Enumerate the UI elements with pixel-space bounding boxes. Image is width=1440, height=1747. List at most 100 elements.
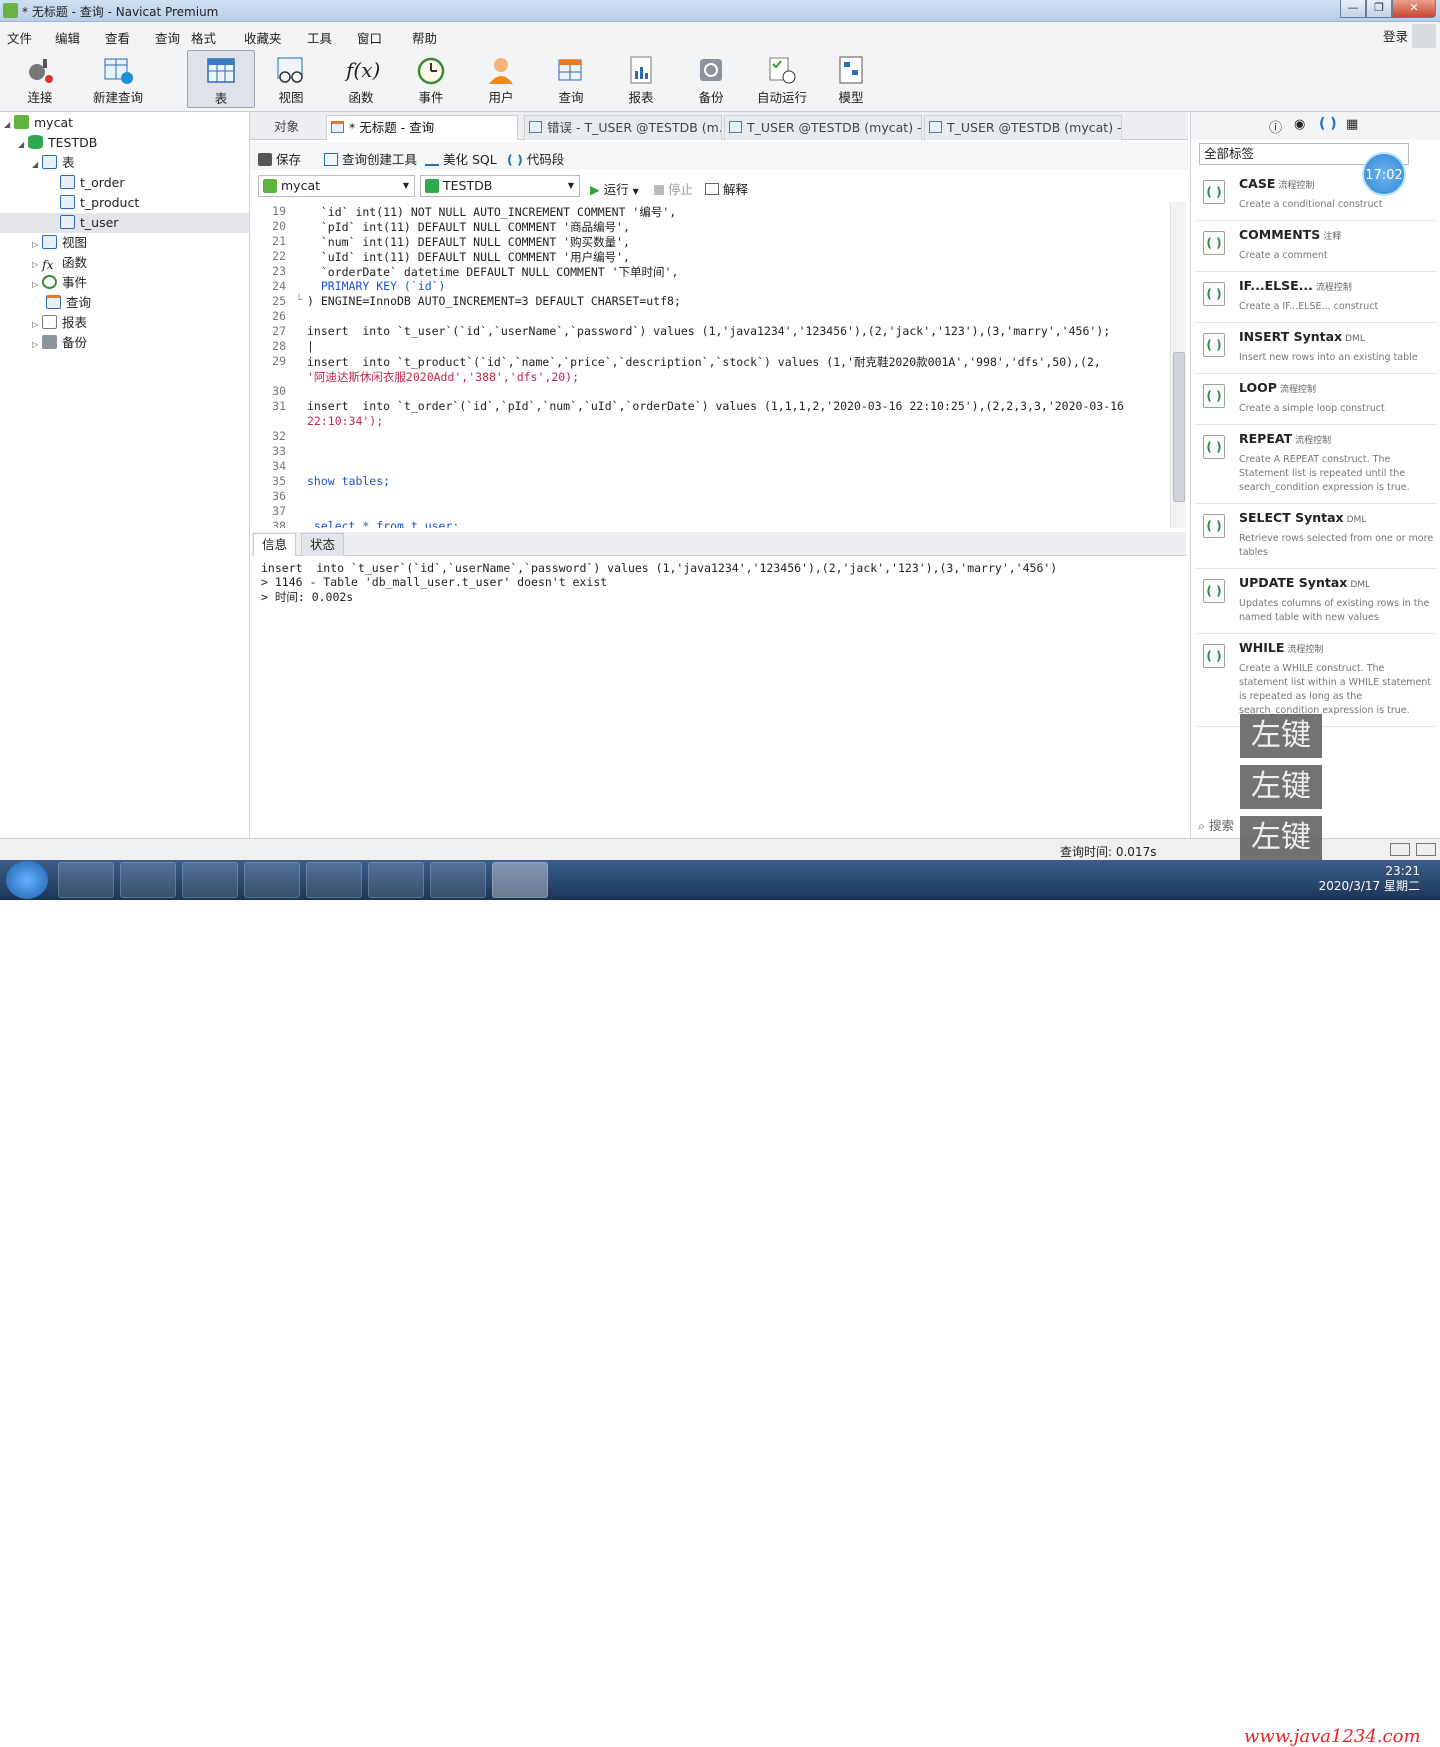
tree-tables-group[interactable]: ◢ 表 <box>32 153 75 173</box>
floating-clock-widget[interactable]: 17:02 <box>1362 152 1406 196</box>
expand-arrow-icon[interactable]: ▷ <box>32 255 42 275</box>
run-button[interactable]: ▶ 运行 ▼ <box>590 179 639 198</box>
menu-view[interactable]: 查看 <box>105 28 130 47</box>
main-toolbar: 连接 新建查询 表 视图 f(x) 函数 事件 用户 查询 报表 备份 自动运行 <box>0 48 1440 112</box>
backup-button[interactable]: 备份 <box>677 50 745 108</box>
maximize-button[interactable]: ❐ <box>1366 0 1392 18</box>
table-button[interactable]: 表 <box>187 50 255 108</box>
scrollbar-thumb[interactable] <box>1173 352 1185 502</box>
taskbar-app-icon[interactable] <box>182 862 238 898</box>
explain-button[interactable]: 解释 <box>705 179 748 198</box>
event-button[interactable]: 事件 <box>397 50 465 108</box>
tab-info[interactable]: 信息 <box>253 533 297 556</box>
tree-views[interactable]: ▷ 视图 <box>32 233 87 253</box>
menu-query[interactable]: 查询 <box>155 28 180 47</box>
query-button[interactable]: 查询 <box>537 50 605 108</box>
grid-icon[interactable]: ▦ <box>1346 117 1358 132</box>
stop-button[interactable]: 停止 <box>654 179 693 198</box>
snippet-search-input[interactable]: ⌕ 搜索 <box>1198 815 1234 834</box>
event-label: 事件 <box>418 90 444 105</box>
taskbar-app-icon[interactable] <box>368 862 424 898</box>
new-query-button[interactable]: 新建查询 <box>82 50 154 108</box>
tree-reports[interactable]: ▷ 报表 <box>32 313 87 333</box>
expand-arrow-icon[interactable]: ▷ <box>32 335 42 355</box>
minimize-button[interactable]: — <box>1340 0 1366 18</box>
snippet-item[interactable]: ( ) IF...ELSE... 流程控制 Create a IF...ELSE...… <box>1195 272 1437 323</box>
snippet-item[interactable]: ( ) UPDATE Syntax DML Updates columns of ex… <box>1195 569 1437 634</box>
schedule-button[interactable]: 自动运行 <box>747 50 817 108</box>
model-button[interactable]: 模型 <box>817 50 885 108</box>
snippet-item[interactable]: ( ) SELECT Syntax DML Retrieve rows selecte… <box>1195 504 1437 569</box>
panel-toggle-icon[interactable] <box>1416 843 1436 856</box>
tab-t_user-1[interactable]: T_USER @TESTDB (mycat) - ... <box>724 115 922 140</box>
layout-toggle-icon[interactable] <box>1390 843 1410 856</box>
tree-table-t_order[interactable]: t_order <box>60 173 124 193</box>
menu-format[interactable]: 格式 <box>191 28 216 47</box>
system-tray[interactable]: 23:21 2020/3/17 星期二 <box>1319 864 1420 894</box>
info-icon[interactable]: ⓘ <box>1269 117 1282 136</box>
snippet-item[interactable]: ( ) INSERT Syntax DML Insert new rows into … <box>1195 323 1437 374</box>
close-button[interactable]: ✕ <box>1392 0 1436 18</box>
snippet-item[interactable]: ( ) LOOP 流程控制 Create a simple loop construc… <box>1195 374 1437 425</box>
snippet-item[interactable]: ( ) COMMENTS 注释 Create a comment <box>1195 221 1437 272</box>
expand-arrow-icon[interactable]: ▷ <box>32 275 42 295</box>
collapse-arrow-icon[interactable]: ◢ <box>4 115 14 135</box>
tab-error-t_user[interactable]: 错误 - T_USER @TESTDB (m... <box>524 115 722 140</box>
tree-events[interactable]: ▷ 事件 <box>32 273 87 293</box>
sql-editor[interactable]: 19 20 21 22 23 24 25 26 27 28 29 30 31 3… <box>252 202 1170 528</box>
taskbar-app-icon[interactable] <box>430 862 486 898</box>
tree-table-label: t_product <box>80 195 140 210</box>
database-select[interactable]: TESTDB ▼ <box>420 175 580 197</box>
menu-tools[interactable]: 工具 <box>307 28 332 47</box>
menu-file[interactable]: 文件 <box>7 28 32 47</box>
beautify-icon <box>425 153 439 166</box>
fold-marker-icon[interactable]: └ <box>296 295 302 306</box>
collapse-arrow-icon[interactable]: ◢ <box>32 155 42 175</box>
windows-start-icon[interactable] <box>6 861 48 899</box>
collapse-arrow-icon[interactable]: ◢ <box>18 135 28 155</box>
tree-table-t_user[interactable]: t_user <box>0 213 249 233</box>
query-builder-button[interactable]: 查询创建工具 <box>324 149 417 168</box>
tree-functions[interactable]: ▷ fx 函数 <box>32 253 87 273</box>
menu-window[interactable]: 窗口 <box>357 28 382 47</box>
connection-select[interactable]: mycat ▼ <box>258 175 415 197</box>
taskbar-folder-icon[interactable] <box>306 862 362 898</box>
connect-button[interactable]: 连接 <box>6 50 74 108</box>
report-button[interactable]: 报表 <box>607 50 675 108</box>
menu-edit[interactable]: 编辑 <box>55 28 80 47</box>
user-avatar-icon[interactable] <box>1412 24 1436 48</box>
tab-t_user-2[interactable]: T_USER @TESTDB (mycat) - ... <box>924 115 1122 140</box>
tab-status[interactable]: 状态 <box>301 533 345 556</box>
brace-icon[interactable]: ( ) <box>1319 116 1337 132</box>
tree-database-label: TESTDB <box>48 135 98 150</box>
tree-backups[interactable]: ▷ 备份 <box>32 333 87 353</box>
expand-arrow-icon[interactable]: ▷ <box>32 315 42 335</box>
menu-help[interactable]: 帮助 <box>412 28 437 47</box>
taskbar-app-icon[interactable] <box>58 862 114 898</box>
tree-database[interactable]: ◢ TESTDB <box>18 133 97 153</box>
save-button[interactable]: 保存 <box>258 149 301 168</box>
snippet-icon: ( ) <box>1203 514 1225 538</box>
function-button[interactable]: f(x) 函数 <box>327 50 395 108</box>
snippet-item[interactable]: ( ) REPEAT 流程控制 Create A REPEAT construct. … <box>1195 425 1437 504</box>
view-button[interactable]: 视图 <box>257 50 325 108</box>
report-icon <box>42 315 57 329</box>
taskbar-app-icon[interactable] <box>244 862 300 898</box>
menu-favorites[interactable]: 收藏夹 <box>244 28 282 47</box>
tab-untitled-query[interactable]: * 无标题 - 查询 <box>326 115 518 140</box>
taskbar-app-icon[interactable] <box>120 862 176 898</box>
login-link[interactable]: 登录 <box>1383 26 1408 45</box>
taskbar-navicat-icon[interactable] <box>492 862 548 898</box>
code-snippet-button[interactable]: ( ) 代码段 <box>507 149 564 168</box>
tree-table-t_product[interactable]: t_product <box>60 193 139 213</box>
backup-label: 备份 <box>698 90 724 105</box>
user-button[interactable]: 用户 <box>467 50 535 108</box>
expand-arrow-icon[interactable]: ▷ <box>32 235 42 255</box>
tree-queries[interactable]: 查询 <box>46 293 91 313</box>
tab-objects[interactable]: 对象 <box>254 115 324 140</box>
beautify-sql-button[interactable]: 美化 SQL <box>425 149 497 168</box>
eye-icon[interactable]: ◉ <box>1294 117 1305 132</box>
code-line: ) ENGINE=InnoDB AUTO_INCREMENT=3 DEFAULT… <box>307 294 681 308</box>
tree-connection[interactable]: ◢ mycat <box>4 113 73 133</box>
editor-scrollbar[interactable] <box>1170 202 1186 528</box>
